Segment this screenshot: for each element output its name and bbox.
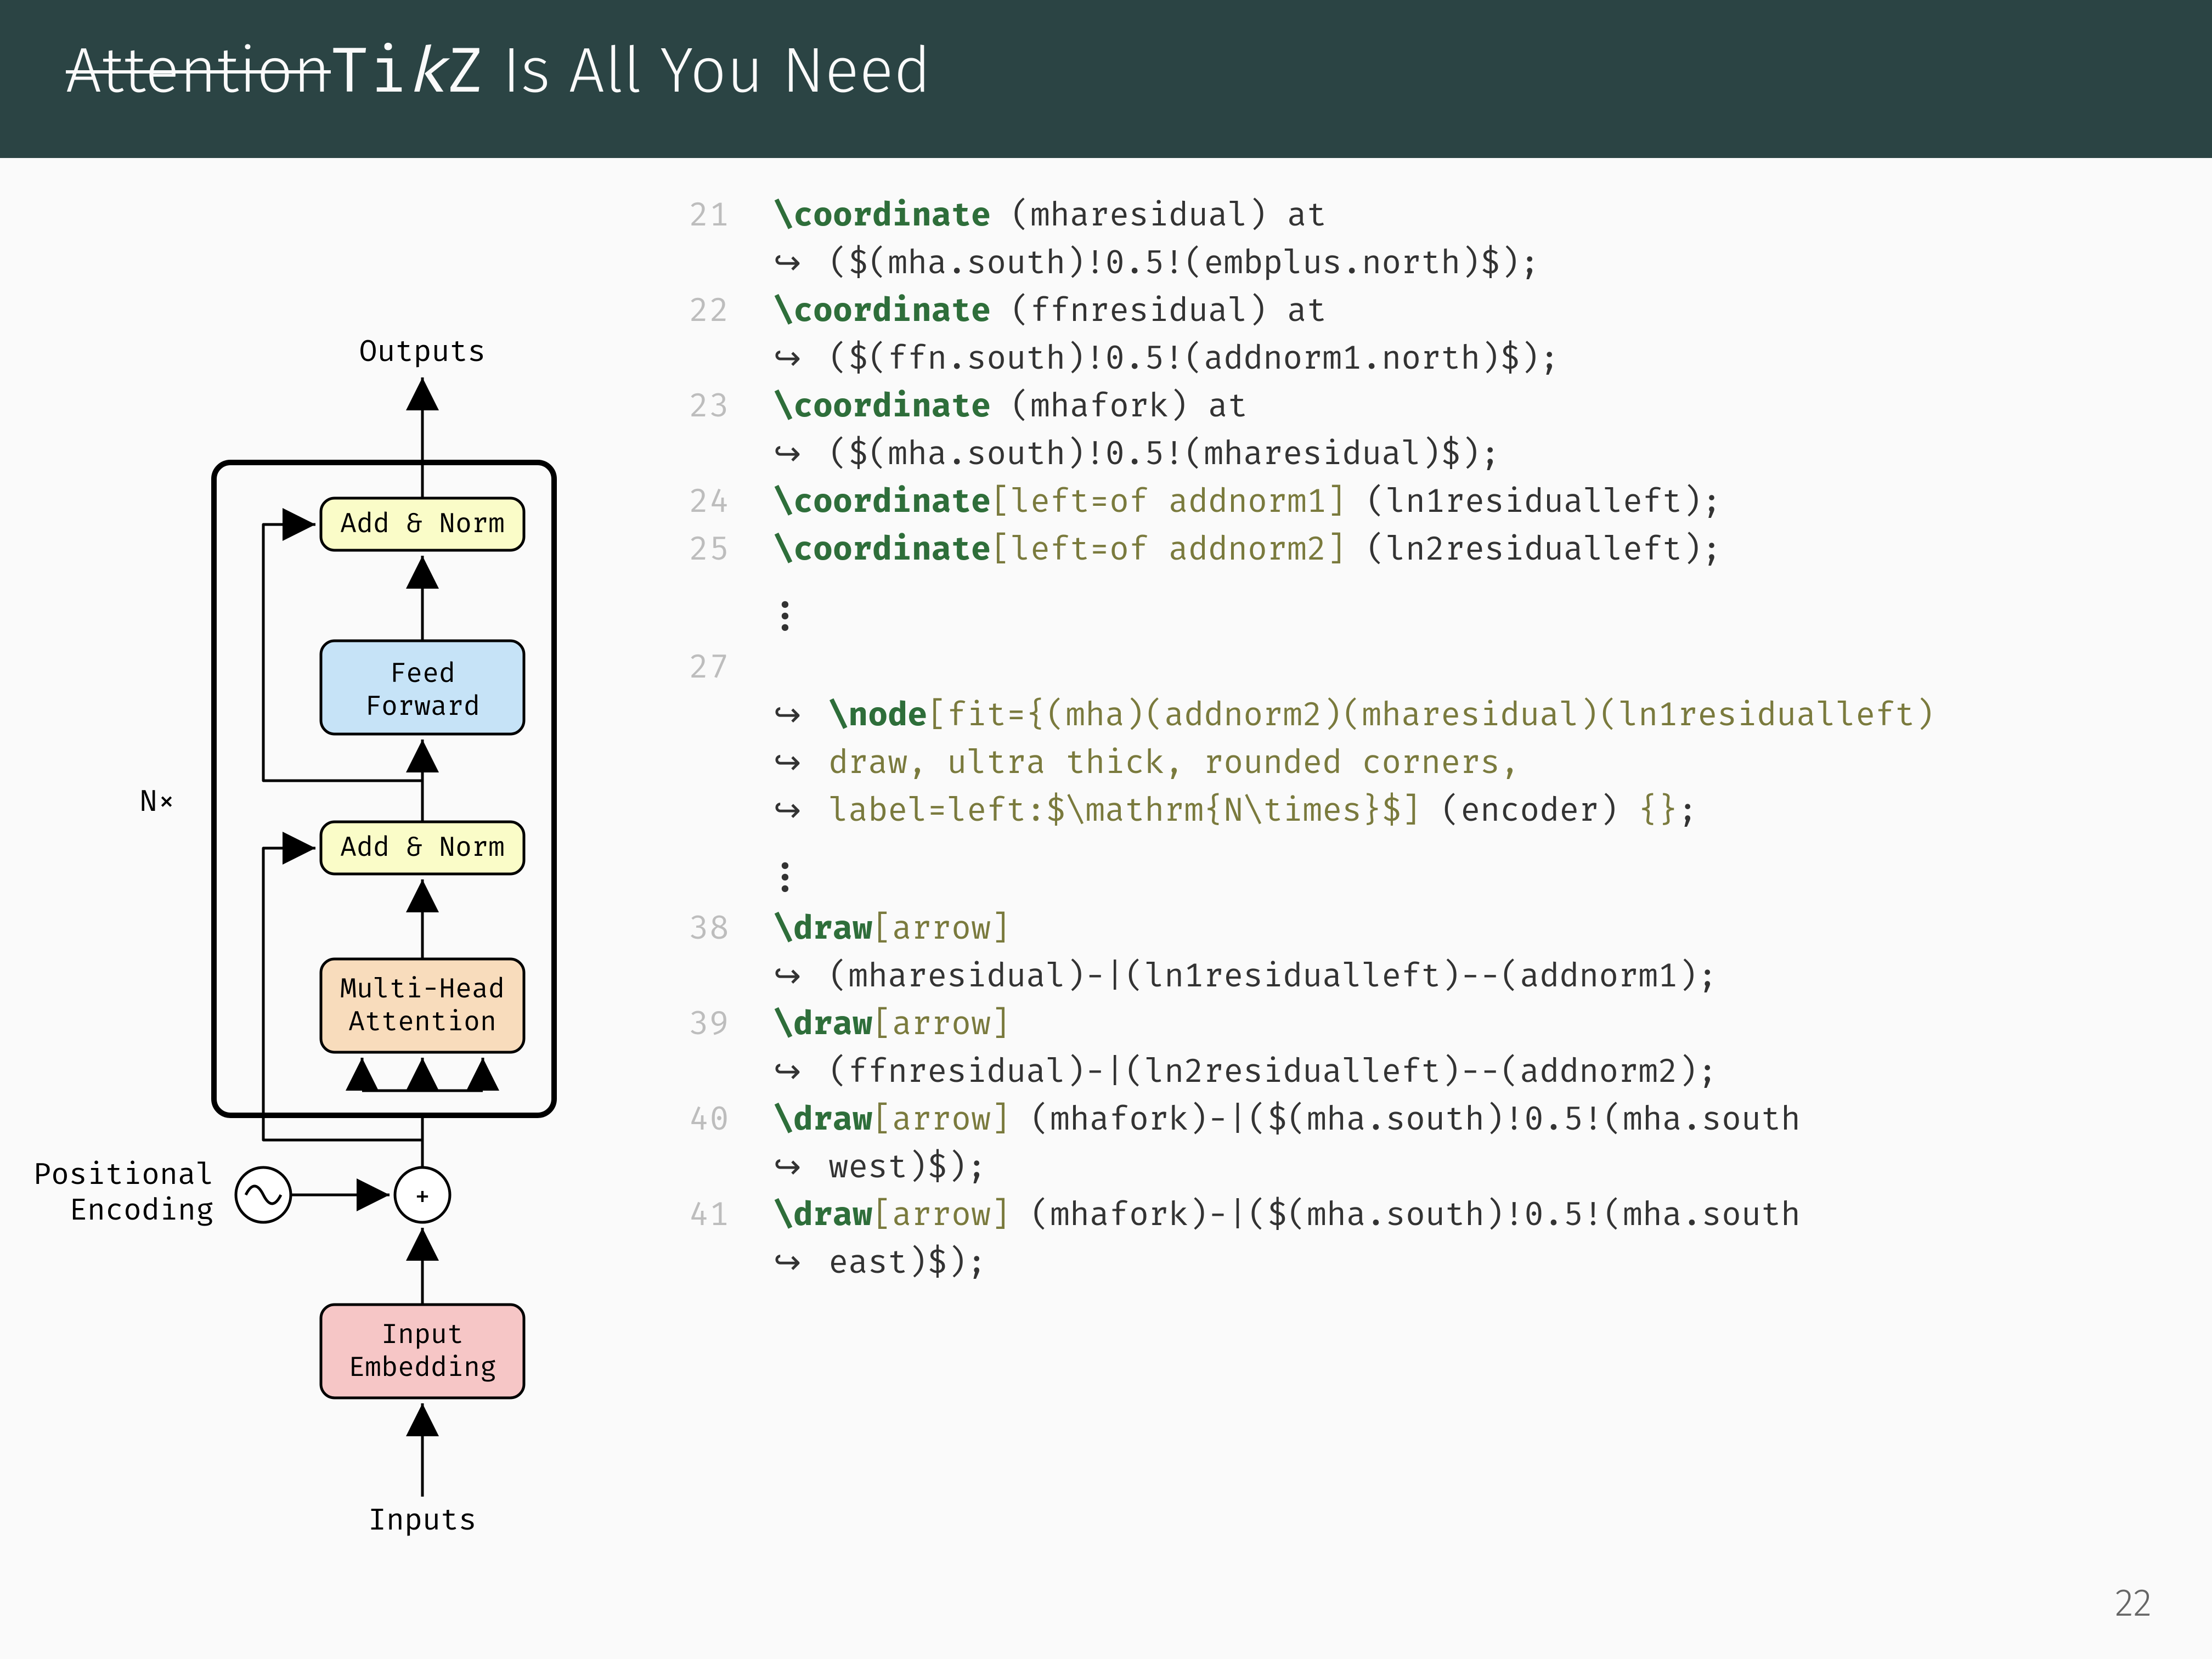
ffn-label-line1: Feed	[390, 657, 455, 690]
title-rest: Is All You Need	[484, 33, 932, 109]
addnorm2-label: Add & Norm	[340, 507, 505, 540]
inputs-label: Inputs	[368, 1502, 477, 1538]
title-bar: AttentionTikZ Is All You Need	[0, 0, 2212, 158]
code-line-27b: ↪ \node[fit={(mha)(addnorm2)(mharesidual…	[658, 691, 2179, 738]
code-line-27d: ↪ label=left:$\mathrm{N\times}$] (encode…	[658, 786, 2179, 834]
code-line-39: 39\draw[arrow]	[658, 1000, 2179, 1047]
ellipsis-icon: ...	[658, 850, 2179, 885]
code-line-39c: ↪ (ffnresidual)-|(ln2residualleft)--(add…	[658, 1047, 2179, 1095]
code-line-25: 25\coordinate[left=of addnorm2] (ln2resi…	[658, 525, 2179, 573]
code-line-40: 40\draw[arrow] (mhafork)-|($(mha.south)!…	[658, 1095, 2179, 1143]
tikz-logo-post: Z	[446, 33, 484, 109]
posenc-label-line2: Encoding	[69, 1192, 214, 1228]
plus-label: +	[413, 1178, 431, 1214]
code-line-21: 21\coordinate (mharesidual) at	[658, 191, 2179, 239]
slide-title: AttentionTikZ Is All You Need	[66, 33, 2146, 109]
page-number: 22	[2115, 1580, 2152, 1626]
addnorm1-label: Add & Norm	[340, 831, 505, 864]
slide: AttentionTikZ Is All You Need N× Add & N…	[0, 0, 2212, 1659]
code-line-40c: ↪ west)$);	[658, 1143, 2179, 1190]
inputemb-label-line1: Input	[381, 1318, 464, 1351]
tikz-logo-k: k	[408, 33, 446, 109]
code-line-22: 22\coordinate (ffnresidual) at	[658, 286, 2179, 334]
outputs-label: Outputs	[359, 333, 486, 369]
code-listing: 21\coordinate (mharesidual) at ↪ ($(mha.…	[658, 191, 2179, 1573]
mha-label-line1: Multi-Head	[340, 972, 505, 1005]
content: N× Add & Norm Feed Forward Add & Norm Mu…	[0, 158, 2212, 1573]
tikz-logo-pre: Ti	[331, 33, 408, 109]
code-line-38: 38\draw[arrow]	[658, 904, 2179, 952]
code-line-41c: ↪ east)$);	[658, 1238, 2179, 1286]
title-strike: Attention	[66, 33, 331, 109]
code-line-24: 24\coordinate[left=of addnorm1] (ln1resi…	[658, 477, 2179, 525]
ellipsis-icon: ...	[658, 589, 2179, 624]
ffn-label-line2: Forward	[365, 690, 480, 723]
code-line-23c: ↪ ($(mha.south)!0.5!(mharesidual)$);	[658, 430, 2179, 477]
code-line-27c: ↪ draw, ultra thick, rounded corners,	[658, 738, 2179, 786]
code-line-41: 41\draw[arrow] (mhafork)-|($(mha.south)!…	[658, 1190, 2179, 1238]
mha-label-line2: Attention	[348, 1005, 496, 1038]
posenc-label-line1: Positional	[33, 1156, 214, 1192]
code-line-23: 23\coordinate (mhafork) at	[658, 382, 2179, 430]
inputemb-label-line2: Embedding	[348, 1351, 496, 1384]
architecture-diagram: N× Add & Norm Feed Forward Add & Norm Mu…	[33, 191, 636, 1573]
nx-label: N×	[139, 783, 176, 819]
code-line-22c: ↪ ($(ffn.south)!0.5!(addnorm1.north)$);	[658, 334, 2179, 382]
code-line-38c: ↪ (mharesidual)-|(ln1residualleft)--(add…	[658, 952, 2179, 1000]
code-line-27: 27	[658, 643, 2179, 691]
code-line-21c: ↪ ($(mha.south)!0.5!(embplus.north)$);	[658, 239, 2179, 286]
